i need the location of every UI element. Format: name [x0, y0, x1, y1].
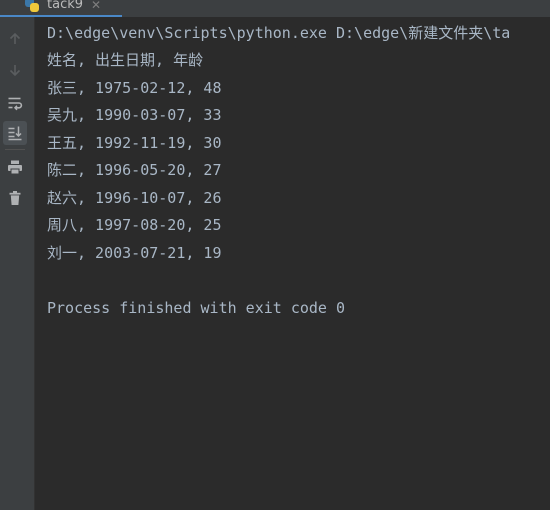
run-tab-strip: tack9 ✕ [0, 0, 550, 17]
python-file-icon [25, 0, 39, 12]
soft-wrap-icon[interactable] [3, 91, 27, 115]
close-icon[interactable]: ✕ [91, 0, 101, 12]
console-output[interactable]: D:\edge\venv\Scripts\python.exe D:\edge\… [35, 17, 550, 510]
run-tab-label: tack9 [47, 0, 84, 12]
down-arrow-icon[interactable] [3, 58, 27, 82]
console-toolbar [0, 17, 35, 510]
run-tool-window: tack9 ✕ D:\edge\venv\Scripts\python.exe … [0, 0, 550, 510]
output-line: 张三, 1975-02-12, 48 [47, 79, 222, 97]
trash-icon[interactable] [3, 186, 27, 210]
run-command-line: D:\edge\venv\Scripts\python.exe D:\edge\… [47, 24, 511, 42]
process-exit-message: Process finished with exit code 0 [47, 299, 346, 317]
output-line: 姓名, 出生日期, 年龄 [47, 51, 204, 69]
toolbar-separator [5, 149, 25, 150]
output-line: 周八, 1997-08-20, 25 [47, 216, 222, 234]
output-line: 吴九, 1990-03-07, 33 [47, 106, 222, 124]
output-line: 王五, 1992-11-19, 30 [47, 134, 222, 152]
scroll-to-end-icon[interactable] [3, 121, 27, 145]
output-line: 刘一, 2003-07-21, 19 [47, 244, 222, 262]
output-line: 陈二, 1996-05-20, 27 [47, 161, 222, 179]
up-arrow-icon[interactable] [3, 27, 27, 51]
output-line: 赵六, 1996-10-07, 26 [47, 189, 222, 207]
run-tab[interactable]: tack9 ✕ [25, 0, 109, 13]
print-icon[interactable] [3, 155, 27, 179]
